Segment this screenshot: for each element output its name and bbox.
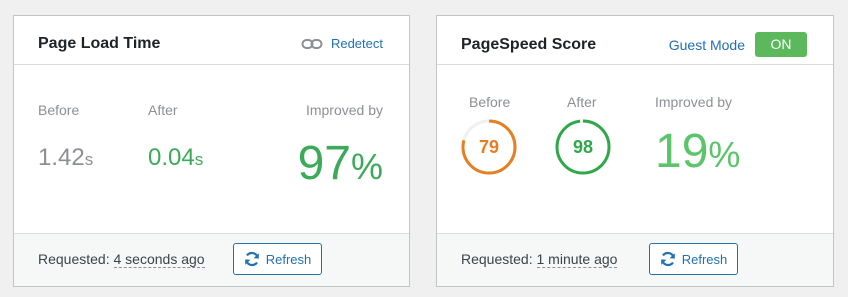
requested-info: Requested: 4 seconds ago xyxy=(38,251,205,268)
after-label: After xyxy=(148,102,178,118)
card-header: PageSpeed Score Guest Mode ON xyxy=(437,16,833,65)
improved-number: 19 xyxy=(655,125,709,178)
guest-mode-label: Guest Mode xyxy=(668,37,745,53)
refresh-icon xyxy=(244,251,259,267)
improved-unit: % xyxy=(350,146,383,187)
requested-prefix: Requested: xyxy=(38,251,110,267)
refresh-label: Refresh xyxy=(681,251,728,267)
before-label: Before xyxy=(469,94,511,110)
after-label: After xyxy=(567,94,597,110)
improved-number: 97 xyxy=(297,137,351,190)
card-footer: Requested: 4 seconds ago Refresh xyxy=(14,233,409,286)
refresh-button[interactable]: Refresh xyxy=(649,243,738,275)
improved-value: 97% xyxy=(298,140,383,188)
before-value: 1.42s xyxy=(38,144,93,172)
card-header: Page Load Time Redetect xyxy=(14,16,409,65)
improved-unit: % xyxy=(708,134,741,175)
after-number: 0.04 xyxy=(148,144,195,171)
after-score-gauge: 98 xyxy=(554,118,612,176)
before-label: Before xyxy=(38,102,80,118)
card-footer: Requested: 1 minute ago Refresh xyxy=(437,233,833,286)
before-score: 79 xyxy=(478,136,500,157)
requested-info: Requested: 1 minute ago xyxy=(461,251,618,268)
after-unit: s xyxy=(194,150,204,169)
refresh-button[interactable]: Refresh xyxy=(233,243,322,275)
before-number: 1.42 xyxy=(38,144,85,171)
improved-value: 19% xyxy=(655,128,740,176)
redetect-label: Redetect xyxy=(330,36,383,51)
improved-label: Improved by xyxy=(305,102,383,118)
refresh-label: Refresh xyxy=(265,251,312,267)
requested-time: 1 minute ago xyxy=(536,251,618,268)
before-unit: s xyxy=(84,150,94,169)
pagespeed-score-card: PageSpeed Score Guest Mode ON Before 79 … xyxy=(436,15,834,287)
requested-prefix: Requested: xyxy=(461,251,533,267)
after-value: 0.04s xyxy=(148,144,203,172)
page-load-time-card: Page Load Time Redetect Before 1.42s Aft… xyxy=(13,15,410,287)
link-icon xyxy=(301,38,323,49)
requested-time: 4 seconds ago xyxy=(113,251,205,268)
card-title: PageSpeed Score xyxy=(461,36,597,53)
guest-mode-toggle[interactable]: ON xyxy=(755,32,807,57)
after-score: 98 xyxy=(572,136,594,157)
card-title: Page Load Time xyxy=(38,35,161,52)
improved-label: Improved by xyxy=(655,94,733,110)
refresh-icon xyxy=(660,251,675,267)
redetect-link[interactable]: Redetect xyxy=(301,36,383,51)
before-score-gauge: 79 xyxy=(460,118,518,176)
